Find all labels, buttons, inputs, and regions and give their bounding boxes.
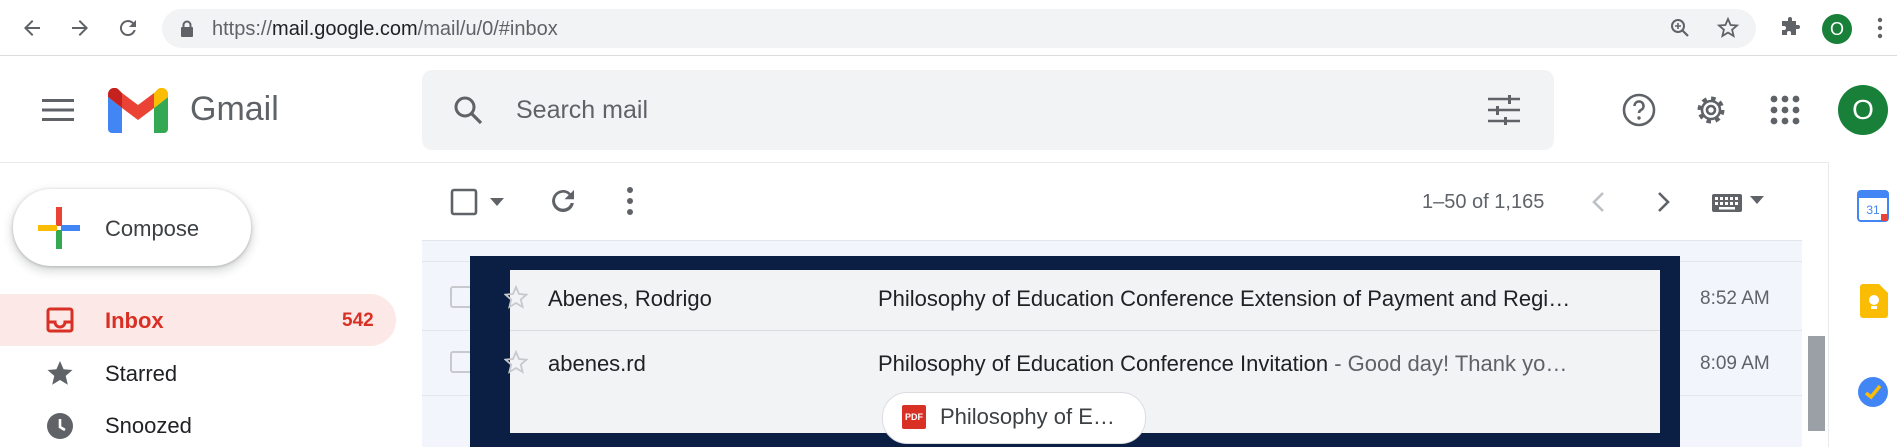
search-input[interactable]: Search mail — [516, 96, 648, 125]
search-options-icon[interactable] — [1488, 95, 1520, 125]
clock-icon — [46, 412, 74, 440]
settings-gear-icon[interactable] — [1694, 93, 1728, 127]
email-sender[interactable]: abenes.rd — [548, 351, 646, 377]
more-options-icon[interactable] — [626, 186, 634, 216]
attachment-name: Philosophy of E… — [940, 404, 1115, 429]
pagination-text: 1–50 of 1,165 — [1422, 191, 1545, 213]
inbox-icon — [46, 307, 74, 333]
email-sender[interactable]: Abenes, Rodrigo — [548, 286, 712, 312]
row-checkbox[interactable] — [450, 286, 472, 308]
star-icon — [46, 359, 74, 387]
main-menu-icon[interactable] — [42, 97, 74, 123]
email-time: 8:52 AM — [1700, 288, 1770, 309]
gmail-logo-icon[interactable] — [108, 88, 168, 133]
compose-label: Compose — [105, 216, 200, 241]
search-icon[interactable] — [452, 94, 484, 126]
sidebar-item-label: Starred — [105, 361, 178, 386]
lock-icon[interactable] — [180, 20, 194, 38]
calendar-icon[interactable]: 31 — [1857, 190, 1889, 222]
keep-icon[interactable] — [1860, 284, 1888, 318]
help-icon[interactable] — [1622, 93, 1656, 127]
reload-icon[interactable] — [112, 12, 144, 44]
zoom-icon[interactable] — [1668, 16, 1692, 40]
extensions-icon[interactable] — [1778, 16, 1802, 40]
star-toggle-icon[interactable] — [504, 285, 528, 309]
apps-grid-icon[interactable] — [1770, 95, 1800, 125]
select-all-checkbox[interactable] — [450, 188, 478, 216]
account-avatar[interactable]: O — [1838, 85, 1888, 135]
newer-chevron-left-icon[interactable] — [1590, 190, 1606, 214]
select-dropdown-icon[interactable] — [490, 198, 504, 206]
row-divider — [510, 330, 1660, 331]
refresh-icon[interactable] — [548, 186, 578, 216]
keyboard-icon[interactable] — [1712, 194, 1742, 212]
sidebar-item-label: Inbox — [105, 308, 164, 333]
browser-profile-avatar[interactable]: O — [1822, 14, 1852, 44]
browser-menu-icon[interactable] — [1877, 16, 1883, 40]
forward-icon[interactable] — [64, 12, 96, 44]
url-text[interactable]: https://mail.google.com/mail/u/0/#inbox — [212, 18, 558, 41]
email-subject[interactable]: Philosophy of Education Conference Exten… — [878, 286, 1570, 312]
pdf-icon: PDF — [902, 405, 926, 429]
email-time: 8:09 AM — [1700, 353, 1770, 374]
scrollbar-thumb[interactable] — [1808, 336, 1825, 431]
sidebar-item-label: Snoozed — [105, 413, 192, 438]
back-icon[interactable] — [16, 12, 48, 44]
star-toggle-icon[interactable] — [504, 350, 528, 374]
email-subject[interactable]: Philosophy of Education Conference Invit… — [878, 351, 1567, 377]
row-checkbox[interactable] — [450, 351, 472, 373]
input-tools-dropdown-icon[interactable] — [1750, 196, 1764, 204]
older-chevron-right-icon[interactable] — [1656, 190, 1672, 214]
compose-plus-icon — [38, 207, 80, 249]
tasks-icon[interactable] — [1857, 376, 1889, 408]
gmail-wordmark[interactable]: Gmail — [190, 90, 279, 129]
bookmark-star-icon[interactable] — [1716, 16, 1740, 40]
svg-text:31: 31 — [1866, 203, 1880, 217]
inbox-unread-count: 542 — [342, 310, 374, 331]
